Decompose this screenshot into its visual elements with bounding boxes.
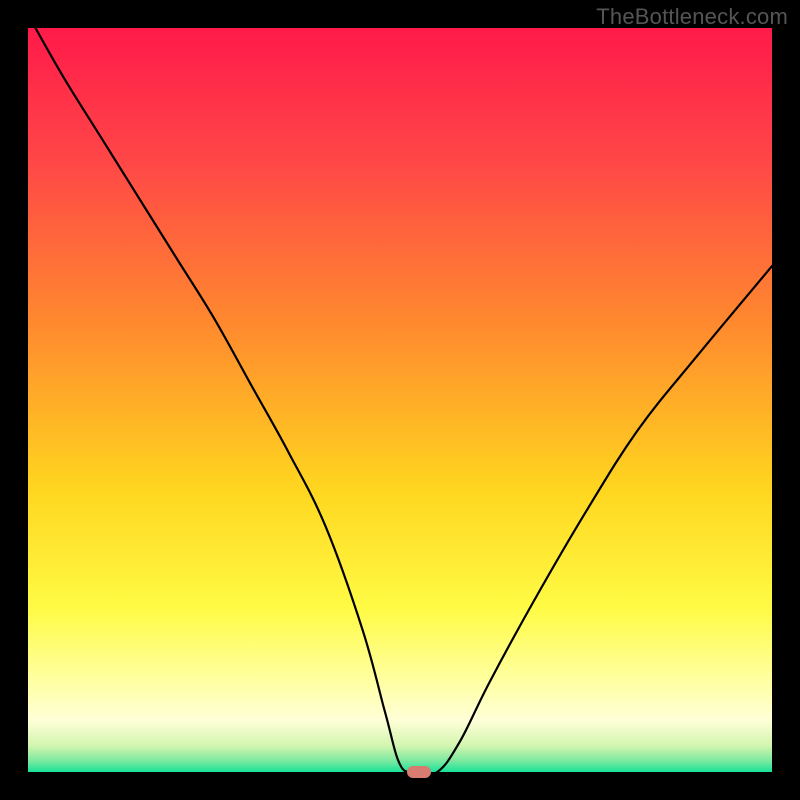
- chart-frame: TheBottleneck.com: [0, 0, 800, 800]
- plot-area: [28, 28, 772, 772]
- watermark-text: TheBottleneck.com: [596, 4, 788, 30]
- optimal-marker: [407, 766, 431, 778]
- bottleneck-curve: [28, 28, 772, 772]
